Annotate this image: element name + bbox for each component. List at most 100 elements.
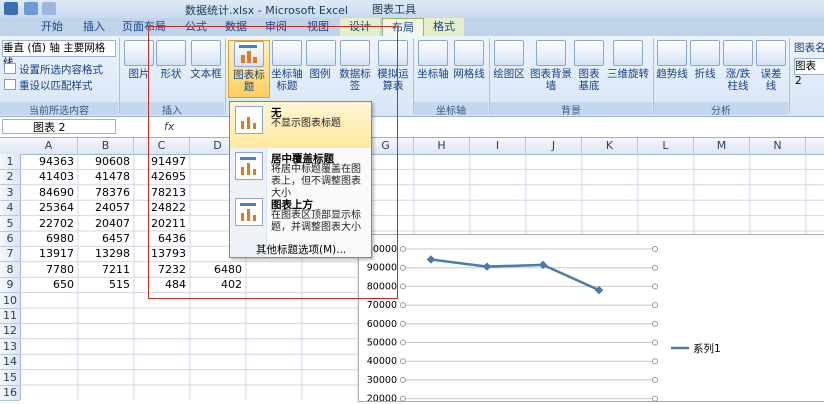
y-tick-label: 70000 xyxy=(367,300,397,311)
cell-B1[interactable]: 90608 xyxy=(78,154,134,169)
column-header-A[interactable]: A xyxy=(20,138,78,154)
cell-B9[interactable]: 515 xyxy=(78,277,134,292)
cell-B8[interactable]: 7211 xyxy=(78,262,134,277)
row-header-14[interactable]: 14 xyxy=(0,354,20,371)
column-header-H[interactable]: H xyxy=(414,138,470,154)
legend-label: 系列1 xyxy=(693,342,721,355)
gridline-handle xyxy=(400,376,406,383)
gridline-handle xyxy=(400,358,406,365)
cell-A7[interactable]: 13917 xyxy=(20,246,78,261)
group-label-axes: 坐标轴 xyxy=(414,102,488,117)
row-header-12[interactable]: 12 xyxy=(0,323,20,340)
row-header-11[interactable]: 11 xyxy=(0,308,20,324)
gridlines-button[interactable]: 网格线 xyxy=(452,40,486,80)
row-header-10[interactable]: 10 xyxy=(0,293,20,309)
save-icon[interactable] xyxy=(24,2,38,15)
trendline-button[interactable]: 趋势线 xyxy=(656,40,688,80)
chart-floor-button[interactable]: 图表基底 xyxy=(574,40,604,92)
excel-logo-icon[interactable] xyxy=(4,2,18,15)
gridline-handle xyxy=(652,320,658,327)
column-header-L[interactable]: L xyxy=(638,138,694,154)
name-box[interactable]: 图表 2 xyxy=(2,119,116,134)
chart-wall-button[interactable]: 图表背景墙 xyxy=(530,40,572,92)
3d-rotation-icon xyxy=(613,40,643,66)
gridline-handle xyxy=(400,395,406,402)
undo-icon[interactable] xyxy=(42,2,56,15)
gridline-handle xyxy=(400,320,406,327)
gridline-handle xyxy=(400,264,406,271)
cell-A5[interactable]: 22702 xyxy=(20,216,78,231)
column-header-B[interactable]: B xyxy=(78,138,134,154)
plot-area-icon xyxy=(494,40,524,66)
updown-bars-button[interactable]: 涨/跌柱线 xyxy=(722,40,754,92)
chart-floor-icon xyxy=(574,40,604,66)
column-headers: ABCDEFGHIJKLMN xyxy=(0,138,824,155)
row-header-8[interactable]: 8 xyxy=(0,262,20,278)
axes-button[interactable]: 坐标轴 xyxy=(416,40,450,80)
tab-home[interactable]: 开始 xyxy=(30,18,74,36)
more-title-options[interactable]: 其他标题选项(M)... xyxy=(256,242,346,257)
y-tick-label: 60000 xyxy=(367,319,397,330)
row-header-1[interactable]: 1 xyxy=(0,154,20,170)
cell-A8[interactable]: 7780 xyxy=(20,262,78,277)
format-icon xyxy=(4,63,16,74)
no-title-icon xyxy=(235,106,263,134)
title-bar: 数据统计.xlsx - Microsoft Excel 图表工具 xyxy=(0,0,824,18)
menu-item-none[interactable]: 无 不显示图表标题 xyxy=(230,102,371,148)
chart-name-field[interactable]: 图表 2 xyxy=(794,58,824,87)
above-chart-title-icon xyxy=(235,198,263,226)
chart-name-label: 图表名 xyxy=(794,42,824,54)
column-header-J[interactable]: J xyxy=(526,138,582,154)
chart-title-menu: 无 不显示图表标题 居中覆盖标题 将居中标题覆盖在图表上，但不调整图表大小 图表… xyxy=(229,101,372,258)
cell-A6[interactable]: 6980 xyxy=(20,231,78,246)
row-header-15[interactable]: 15 xyxy=(0,370,20,386)
group-label-current-selection: 当前所选内容 xyxy=(0,102,118,117)
ribbon: 垂直 (值) 轴 主要网格线 设置所选内容格式 重设以匹配样式 当前所选内容 图… xyxy=(0,36,824,117)
column-header-N[interactable]: N xyxy=(750,138,806,154)
cell-A4[interactable]: 25364 xyxy=(20,200,78,215)
gridline-handle xyxy=(652,246,658,252)
cell-B2[interactable]: 41478 xyxy=(78,169,134,184)
row-header-9[interactable]: 9 xyxy=(0,277,20,294)
y-tick-label: 50000 xyxy=(367,338,397,349)
row-header-6[interactable]: 6 xyxy=(0,231,20,247)
column-header-K[interactable]: K xyxy=(582,138,638,154)
cell-A1[interactable]: 94363 xyxy=(20,154,78,169)
line-chart[interactable]: 100000 90000 80000 70000 60000 50000 40000 3000… xyxy=(358,234,824,404)
lines-button[interactable]: 折线 xyxy=(690,40,720,80)
row-header-16[interactable]: 16 xyxy=(0,385,20,401)
cell-B6[interactable]: 6457 xyxy=(78,231,134,246)
ribbon-tabs: 开始 插入 页面布局 公式 数据 审阅 视图 设计 布局 格式 xyxy=(0,18,824,36)
gridline-handle xyxy=(652,376,658,383)
menu-item-above-chart[interactable]: 图表上方 在图表区顶部显示标题，并调整图表大小 xyxy=(230,194,371,240)
reset-style-button[interactable]: 重设以匹配样式 xyxy=(4,78,93,93)
column-header-I[interactable]: I xyxy=(470,138,526,154)
cell-A2[interactable]: 41403 xyxy=(20,169,78,184)
row-header-4[interactable]: 4 xyxy=(0,200,20,217)
chart-elements-dropdown[interactable]: 垂直 (值) 轴 主要网格线 xyxy=(2,40,116,69)
cell-B5[interactable]: 20407 xyxy=(78,216,134,231)
cell-B7[interactable]: 13298 xyxy=(78,246,134,261)
cell-B3[interactable]: 78376 xyxy=(78,185,134,200)
row-header-13[interactable]: 13 xyxy=(0,339,20,355)
menu-item-centered-overlay[interactable]: 居中覆盖标题 将居中标题覆盖在图表上，但不调整图表大小 xyxy=(230,148,371,199)
gridline-handle xyxy=(652,339,658,346)
tab-format[interactable]: 格式 xyxy=(424,18,464,36)
row-header-5[interactable]: 5 xyxy=(0,216,20,232)
error-bars-button[interactable]: 误差线 xyxy=(756,40,786,92)
column-header-M[interactable]: M xyxy=(694,138,750,154)
cell-B4[interactable]: 24057 xyxy=(78,200,134,215)
row-header-2[interactable]: 2 xyxy=(0,169,20,186)
row-header-3[interactable]: 3 xyxy=(0,185,20,201)
format-selection-button[interactable]: 设置所选内容格式 xyxy=(4,62,103,77)
trendline-icon xyxy=(657,40,687,66)
tab-insert[interactable]: 插入 xyxy=(76,18,112,36)
row-header-7[interactable]: 7 xyxy=(0,246,20,263)
chart-plot[interactable]: 1000009000080000700006000050000400003000… xyxy=(359,235,824,404)
plot-area-button[interactable]: 绘图区 xyxy=(492,40,526,80)
cell-A3[interactable]: 84690 xyxy=(20,185,78,200)
gridline-handle xyxy=(400,339,406,346)
cell-A9[interactable]: 650 xyxy=(20,277,78,292)
3d-rotation-button[interactable]: 三维旋转 xyxy=(606,40,650,80)
series-point xyxy=(482,262,492,271)
